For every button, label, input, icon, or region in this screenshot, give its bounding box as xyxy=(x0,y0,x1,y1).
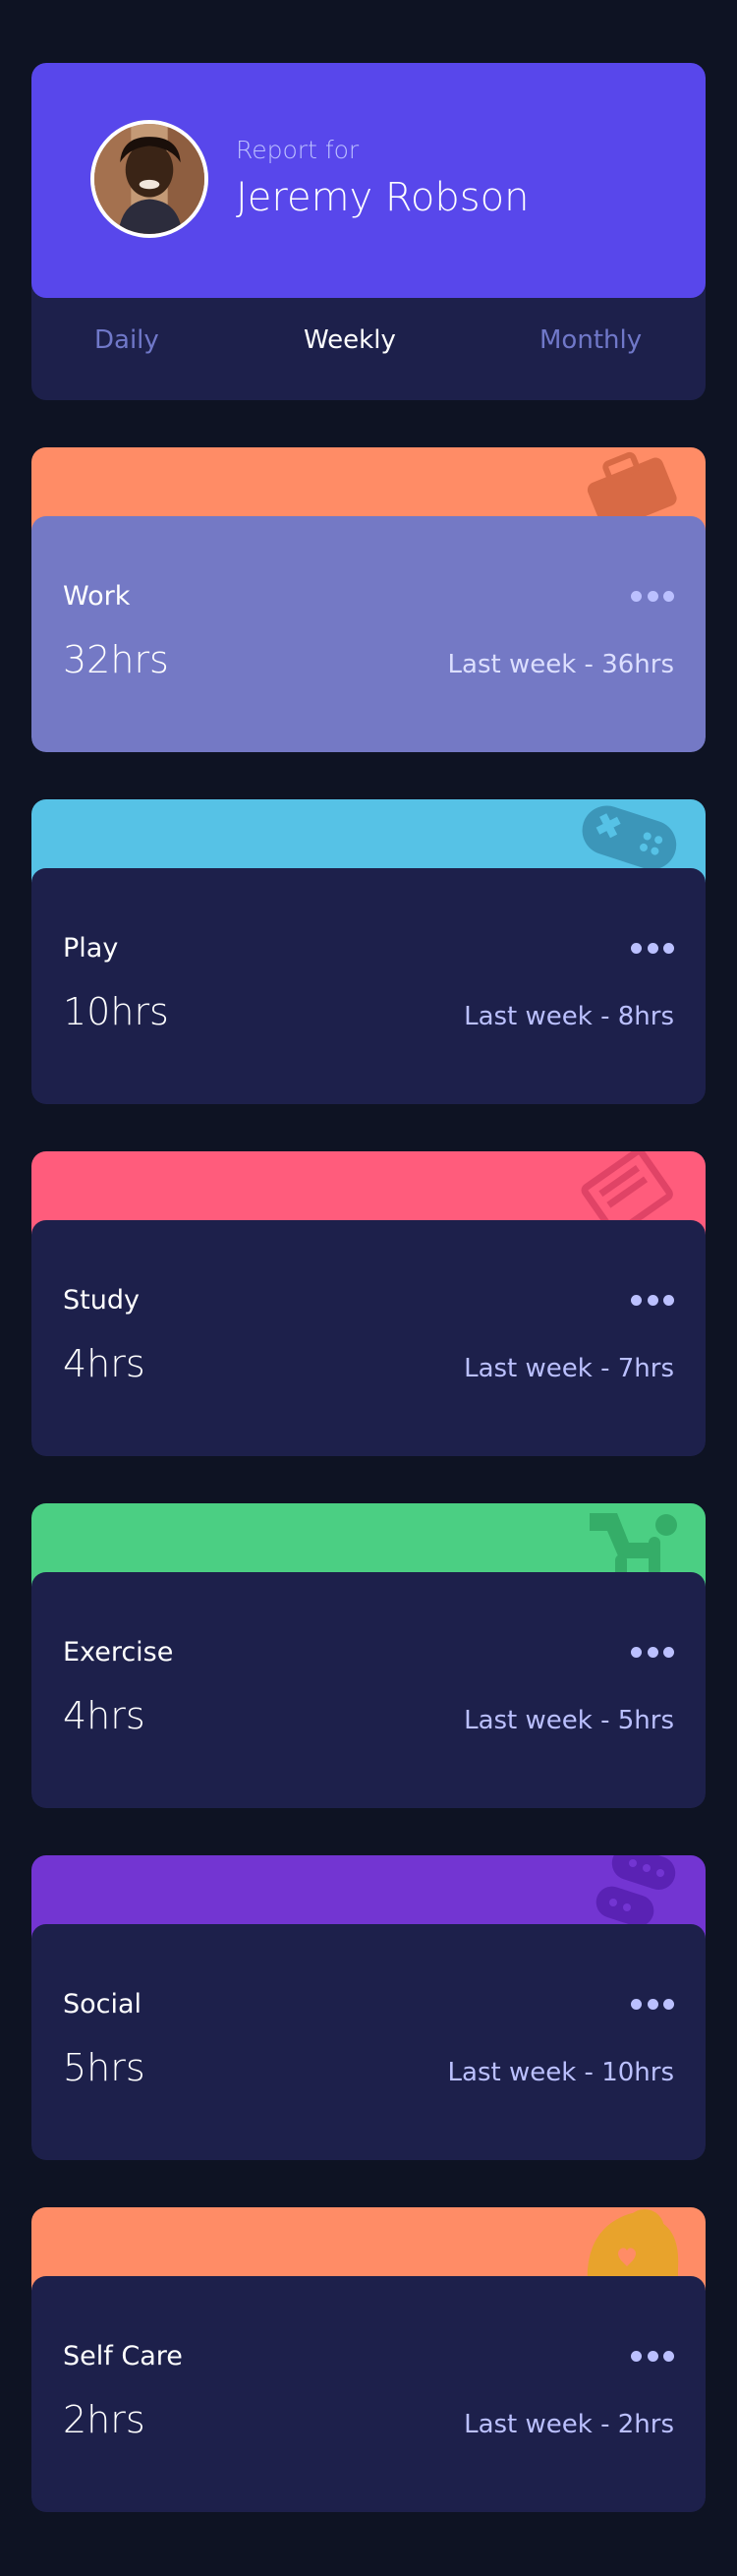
ellipsis-icon[interactable] xyxy=(631,1293,674,1307)
profile-card: Report for Jeremy Robson Daily Weekly Mo… xyxy=(31,63,706,400)
ellipsis-icon[interactable] xyxy=(631,2349,674,2363)
current-hours: 10hrs xyxy=(63,990,169,1033)
current-hours: 4hrs xyxy=(63,1694,145,1737)
activity-card-study[interactable]: Study 4hrs Last week - 7hrs xyxy=(31,1151,706,1456)
previous-hours: Last week - 2hrs xyxy=(464,2410,674,2439)
activity-card-work[interactable]: Work 32hrs Last week - 36hrs xyxy=(31,447,706,752)
ellipsis-icon[interactable] xyxy=(631,1997,674,2011)
tab-weekly[interactable]: Weekly xyxy=(304,325,396,355)
activity-panel: Self Care 2hrs Last week - 2hrs xyxy=(31,2276,706,2512)
activity-card-exercise[interactable]: Exercise 4hrs Last week - 5hrs xyxy=(31,1503,706,1808)
ellipsis-icon[interactable] xyxy=(631,941,674,955)
activity-title: Exercise xyxy=(63,1637,174,1668)
current-hours: 4hrs xyxy=(63,1342,145,1385)
activity-title: Self Care xyxy=(63,2341,183,2371)
activity-title: Social xyxy=(63,1989,142,2020)
current-hours: 2hrs xyxy=(63,2398,145,2441)
activity-panel: Social 5hrs Last week - 10hrs xyxy=(31,1924,706,2160)
activity-panel: Study 4hrs Last week - 7hrs xyxy=(31,1220,706,1456)
ellipsis-icon[interactable] xyxy=(631,1645,674,1659)
activity-card-play[interactable]: Play 10hrs Last week - 8hrs xyxy=(31,799,706,1104)
user-name: Jeremy Robson xyxy=(236,175,530,220)
activity-title: Work xyxy=(63,581,131,612)
profile-header: Report for Jeremy Robson xyxy=(31,63,706,298)
activity-card-social[interactable]: Social 5hrs Last week - 10hrs xyxy=(31,1855,706,2160)
activity-panel: Exercise 4hrs Last week - 5hrs xyxy=(31,1572,706,1808)
previous-hours: Last week - 5hrs xyxy=(464,1706,674,1735)
activity-panel: Play 10hrs Last week - 8hrs xyxy=(31,868,706,1104)
previous-hours: Last week - 8hrs xyxy=(464,1002,674,1031)
timeframe-tabs: Daily Weekly Monthly xyxy=(31,298,706,400)
activity-panel: Work 32hrs Last week - 36hrs xyxy=(31,516,706,752)
report-for-label: Report for xyxy=(236,136,360,164)
previous-hours: Last week - 36hrs xyxy=(447,650,674,679)
activity-card-self-care[interactable]: Self Care 2hrs Last week - 2hrs xyxy=(31,2207,706,2512)
previous-hours: Last week - 10hrs xyxy=(447,2058,674,2087)
previous-hours: Last week - 7hrs xyxy=(464,1354,674,1383)
activity-title: Play xyxy=(63,933,119,964)
avatar-portrait xyxy=(94,124,204,234)
activity-title: Study xyxy=(63,1285,140,1316)
current-hours: 5hrs xyxy=(63,2046,145,2089)
avatar xyxy=(90,120,208,238)
current-hours: 32hrs xyxy=(63,638,169,681)
ellipsis-icon[interactable] xyxy=(631,589,674,603)
tab-monthly[interactable]: Monthly xyxy=(539,325,642,355)
tab-daily[interactable]: Daily xyxy=(94,325,159,355)
